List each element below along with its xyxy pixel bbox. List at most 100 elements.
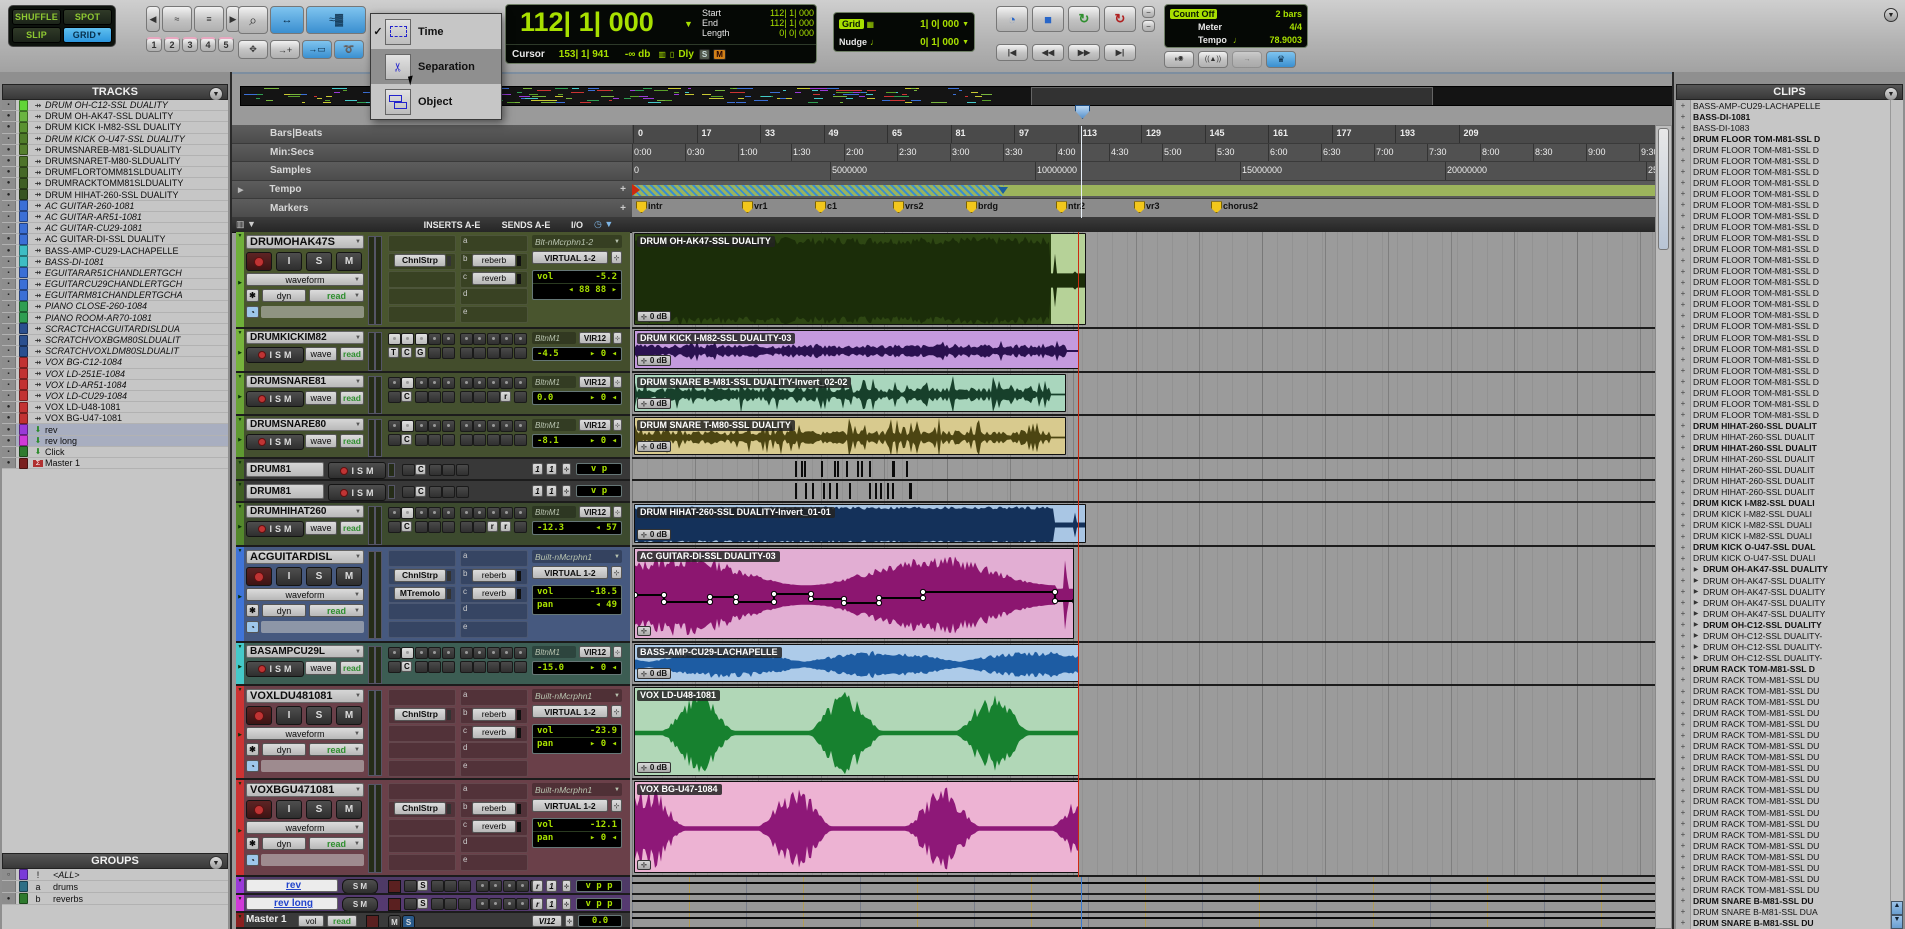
insert-slot[interactable] xyxy=(388,420,401,432)
insert-slot[interactable] xyxy=(388,760,456,778)
track-name[interactable]: DRUMOHAK47S ▼ xyxy=(246,235,364,249)
track-name[interactable]: DRUMHIHAT260 ▼ xyxy=(246,505,364,518)
rism-letter[interactable]: S xyxy=(275,664,281,674)
rism-letter[interactable]: I xyxy=(269,437,272,447)
insert-slot[interactable] xyxy=(513,661,527,673)
rism-letter[interactable]: I xyxy=(269,524,272,534)
track-edge-color[interactable]: ▼ xyxy=(236,481,244,501)
track-view-selector[interactable]: waveform ▼ xyxy=(246,821,364,834)
rism-cluster[interactable]: ISM xyxy=(246,661,304,677)
strip-collapse-icon[interactable]: ▼ xyxy=(238,374,243,380)
track-name[interactable]: DRUMSNARE80 ▼ xyxy=(246,418,364,431)
insert-slot[interactable] xyxy=(500,377,514,389)
track-lane-drumsnare81[interactable]: DRUM SNARE B-M81-SSL DUALITY-Invert_02-0… xyxy=(632,373,1655,416)
input-path-selector[interactable]: BltnM1 xyxy=(532,419,576,431)
clip-name-label[interactable]: DRUM SNARE B-M81-SSL DUALITY-Invert_02-0… xyxy=(637,377,852,388)
strip-collapse-icon[interactable]: ▼ xyxy=(238,330,243,336)
insert-slot[interactable] xyxy=(460,521,473,533)
meter-label[interactable]: Meter xyxy=(1198,22,1222,32)
strip-collapse-icon[interactable]: ▼ xyxy=(238,781,243,787)
insert-slot[interactable] xyxy=(473,347,487,359)
strip-playlist-icon[interactable]: ▶ xyxy=(238,524,242,530)
track-list-view-icon[interactable]: ▥ ▼ xyxy=(236,219,256,230)
strip-collapse-icon[interactable]: ▼ xyxy=(238,460,243,466)
clip-list-item[interactable]: + ▶ DRUM OH-C12-SSL DUALITY- xyxy=(1676,630,1891,642)
strip-playlist-icon[interactable]: ▶ xyxy=(238,594,242,600)
ruler-add-icon[interactable]: + xyxy=(620,203,626,214)
insert-slot[interactable] xyxy=(473,420,487,432)
clip-list-item[interactable]: + DRUM RACK TOM-M81-SSL D xyxy=(1676,663,1891,675)
volume-pan-display[interactable]: -8.1 ▸ 0 ◂ xyxy=(532,434,622,448)
strip-playlist-icon[interactable]: ▶ xyxy=(238,394,242,400)
wait-for-note-icon[interactable]: ⏸◉ xyxy=(1164,51,1194,68)
track-name[interactable]: DRUMSNARE81 ▼ xyxy=(246,375,364,388)
clips-scroll-up-icon[interactable]: ▲ xyxy=(1891,901,1903,915)
insert-slot[interactable] xyxy=(388,391,401,403)
track-list-item[interactable]: ● ⇸ DRUMSNARET-M80-SLDUALITY xyxy=(2,155,228,168)
track-lane-drum81[interactable] xyxy=(632,481,1655,503)
slot-assignment-chip[interactable]: C xyxy=(415,464,427,475)
track-list-item[interactable]: ▪ ⇸ EGUITARCU29CHANDLERTGCH xyxy=(2,278,228,291)
track-name[interactable]: ACGUITARDISL ▼ xyxy=(246,550,364,564)
volume-pan-display[interactable]: vol -23.9 pan ▸ 0 ◂ xyxy=(532,724,622,754)
zoom-midi-icon[interactable]: ≡ xyxy=(194,6,224,32)
insert-slot[interactable] xyxy=(442,486,456,498)
record-button-icon[interactable]: ↻ xyxy=(1104,6,1136,32)
clip-name-label[interactable]: DRUM KICK I-M82-SSL DUALITY-03 xyxy=(637,333,796,344)
track-name[interactable]: DRUMKICKIM82 ▼ xyxy=(246,331,364,344)
playlist-lane-bar[interactable] xyxy=(261,854,364,866)
track-list-item[interactable]: ● ⬇ rev long xyxy=(2,435,228,447)
clip-list-item[interactable]: + DRUM RACK TOM-M81-SSL DU xyxy=(1676,718,1891,730)
track-show-dot-icon[interactable]: ▪ xyxy=(2,379,16,390)
groups-panel-header[interactable]: GROUPS ▼ xyxy=(2,853,228,870)
tempo-changes-region[interactable] xyxy=(632,184,1004,196)
mode-shuffle[interactable]: SHUFFLE xyxy=(12,9,61,25)
insert-slot[interactable] xyxy=(428,661,442,673)
pin-icon[interactable]: ⊹ xyxy=(562,898,571,910)
track-lane-voxldu481081[interactable]: VOX LD-U48-1081 ⊹ 0 dB xyxy=(632,686,1655,780)
meter-mini-icon[interactable]: ▥ xyxy=(658,50,666,59)
clip-name-label[interactable]: VOX LD-U48-1081 xyxy=(637,690,721,701)
edit-vertical-scrollbar[interactable] xyxy=(1655,125,1672,929)
insert-slot[interactable] xyxy=(460,647,473,659)
io-chip[interactable]: 1 xyxy=(546,898,557,910)
clip-gain-chip[interactable]: ⊹ 0 dB xyxy=(637,529,672,540)
output-pin-icon[interactable]: ⊹ xyxy=(613,332,622,344)
track-show-dot-icon[interactable]: ▪ xyxy=(2,301,16,312)
elastic-audio-icon[interactable]: ✱ xyxy=(246,289,259,302)
track-show-dot-icon[interactable]: ▪ xyxy=(2,446,16,457)
input-path-selector[interactable]: BltnM1 xyxy=(532,506,576,518)
zoom-horizontal-out-icon[interactable]: ◀ xyxy=(146,6,160,32)
automation-mode-selector[interactable]: read ▼ xyxy=(309,604,364,617)
smart-tool-icon[interactable]: ≈▓ xyxy=(306,6,366,34)
elastic-plugin-selector[interactable]: dyn xyxy=(262,743,306,756)
insert-slot[interactable] xyxy=(428,347,442,359)
marker-flag-icon[interactable] xyxy=(966,201,977,214)
preroll-button-icon[interactable]: ◔ xyxy=(996,6,1028,32)
mute-button[interactable]: M xyxy=(336,567,362,586)
ruler-label-samples[interactable]: Samples xyxy=(232,162,632,181)
send-slot[interactable] xyxy=(460,689,528,706)
track-name[interactable]: VOXLDU481081 ▼ xyxy=(246,689,364,703)
insert-slot[interactable] xyxy=(428,486,442,498)
input-monitor-button[interactable]: I xyxy=(276,252,302,271)
send-assignment-chip[interactable]: reverb xyxy=(472,271,521,285)
track-lane-basampcu29l[interactable]: BASS-AMP-CU29-LACHAPELLE ⊹ 0 dB xyxy=(632,643,1655,686)
send-assignment-chip[interactable]: reverb xyxy=(472,725,521,739)
track-name[interactable]: VOXBGU471081 ▼ xyxy=(246,783,364,797)
insert-slot[interactable] xyxy=(388,550,456,567)
clip-list-item[interactable]: + DRUM RACK TOM-M81-SSL DU xyxy=(1676,807,1891,819)
send-mute-nub[interactable] xyxy=(517,727,521,738)
clip-expand-icon[interactable]: ▶ xyxy=(1691,610,1701,617)
timebase-icon[interactable]: ◔ xyxy=(246,760,259,772)
insert-bypass-nub[interactable] xyxy=(447,803,451,814)
groups-panel-menu-icon[interactable]: ▼ xyxy=(209,856,223,870)
insert-slot[interactable] xyxy=(455,486,469,498)
rism-letter[interactable]: I xyxy=(269,350,272,360)
solo-mute-cluster[interactable]: S M xyxy=(342,879,378,893)
insert-slot[interactable] xyxy=(428,464,442,476)
send-slot[interactable] xyxy=(460,306,528,324)
delay-label[interactable]: Dly xyxy=(678,49,694,60)
slot-assignment-chip[interactable]: r xyxy=(486,521,498,532)
clip-list-item[interactable]: + DRUM RACK TOM-M81-SSL DU xyxy=(1676,751,1891,763)
